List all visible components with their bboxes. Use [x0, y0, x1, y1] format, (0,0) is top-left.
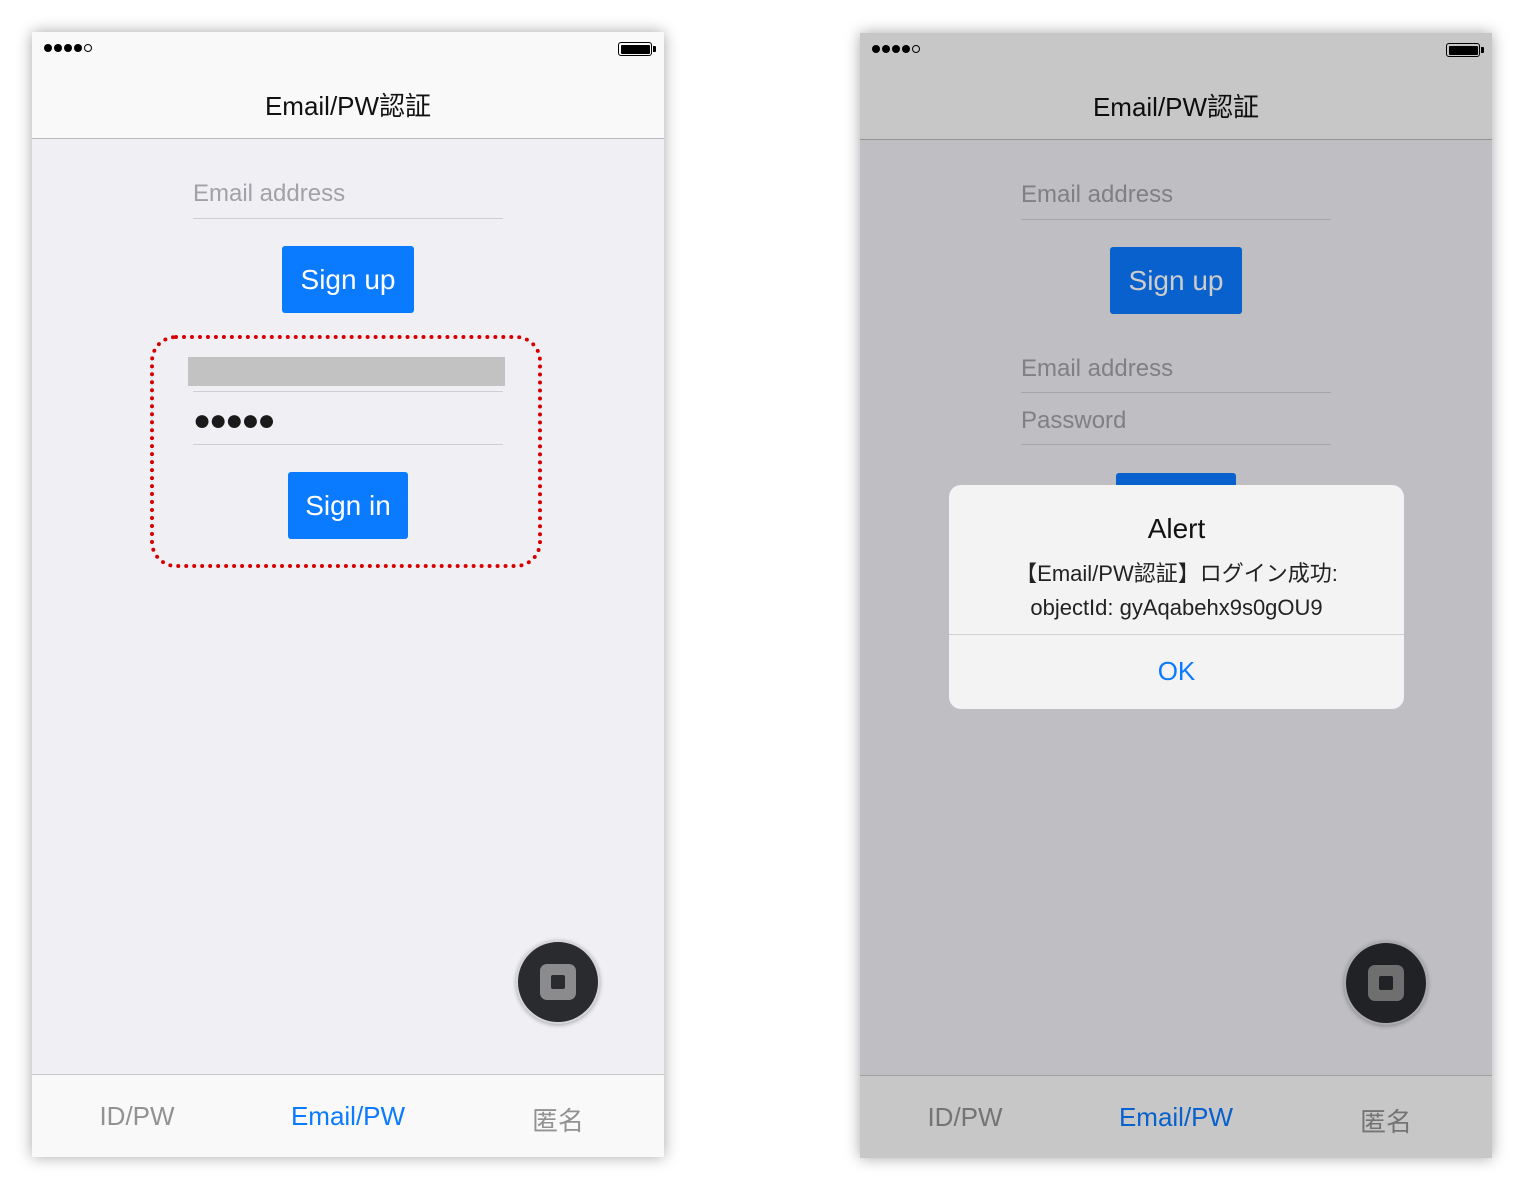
- tab-email-pw[interactable]: Email/PW: [268, 1101, 428, 1132]
- signup-email-field[interactable]: Email address: [193, 170, 503, 219]
- alert-ok-button[interactable]: OK: [949, 656, 1404, 687]
- battery-icon: [618, 42, 656, 56]
- tab-id-pw[interactable]: ID/PW: [57, 1101, 217, 1132]
- alert-title: Alert: [1147, 513, 1206, 544]
- alert-message-line2: objectId: gyAqabehx9s0gOU9: [1030, 595, 1323, 620]
- alert-message: 【Email/PW認証】ログイン成功: objectId: gyAqabehx9…: [949, 557, 1404, 625]
- stop-icon: [540, 964, 576, 1000]
- signup-email-placeholder: Email address: [193, 180, 346, 207]
- highlight-annotation: [150, 335, 542, 568]
- stop-button[interactable]: [516, 940, 600, 1024]
- right-phone-screen: Email/PW認証 Email address Sign up Email a…: [860, 33, 1492, 1158]
- status-bar: [32, 32, 664, 66]
- alert-dialog: Alert 【Email/PW認証】ログイン成功: objectId: gyAq…: [949, 485, 1404, 709]
- page-title: Email/PW認証: [264, 91, 432, 121]
- alert-divider: [949, 634, 1404, 635]
- tab-bar: ID/PW Email/PW 匿名: [32, 1074, 664, 1157]
- sign-up-button[interactable]: Sign up: [282, 246, 414, 313]
- tab-anonymous[interactable]: 匿名: [478, 1101, 638, 1138]
- alert-message-line1: 【Email/PW認証】ログイン成功:: [1015, 561, 1338, 586]
- left-phone-screen: Email/PW認証 Email address Sign up ●●●●● S…: [32, 32, 664, 1157]
- signal-dots-icon: [44, 44, 92, 52]
